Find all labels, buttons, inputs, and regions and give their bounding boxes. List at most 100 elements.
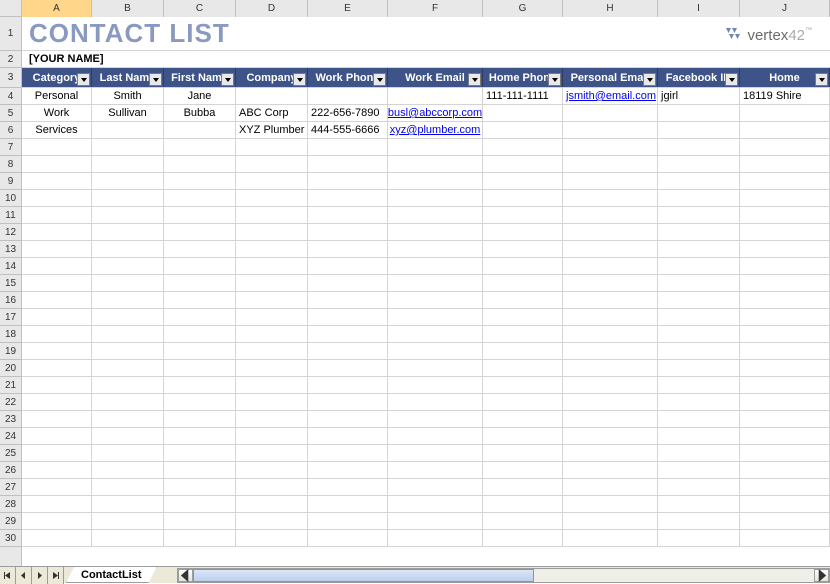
cell-empty[interactable] — [658, 173, 740, 189]
cell-empty[interactable] — [92, 445, 164, 461]
row-number[interactable]: 25 — [0, 445, 21, 462]
cell-company[interactable] — [236, 88, 308, 104]
cell-empty[interactable] — [22, 479, 92, 495]
cell-empty[interactable] — [483, 241, 563, 257]
row-number[interactable]: 2 — [0, 51, 21, 68]
cell-first_name[interactable] — [164, 122, 236, 138]
cell-empty[interactable] — [164, 377, 236, 393]
cell-empty[interactable] — [92, 343, 164, 359]
cell-empty[interactable] — [92, 513, 164, 529]
column-header-B[interactable]: B — [92, 0, 164, 17]
cell-empty[interactable] — [164, 258, 236, 274]
cell-home_phone[interactable] — [483, 105, 563, 121]
email-link[interactable]: xyz@plumber.com — [390, 124, 481, 136]
cell-empty[interactable] — [388, 207, 483, 223]
cell-empty[interactable] — [236, 190, 308, 206]
cell-empty[interactable] — [658, 360, 740, 376]
cell-empty[interactable] — [658, 513, 740, 529]
cell-empty[interactable] — [236, 326, 308, 342]
scroll-track[interactable] — [193, 569, 815, 582]
cell-empty[interactable] — [740, 241, 830, 257]
cell-empty[interactable] — [563, 190, 658, 206]
cell-empty[interactable] — [92, 224, 164, 240]
row-number[interactable]: 11 — [0, 207, 21, 224]
cell-empty[interactable] — [164, 445, 236, 461]
cell-empty[interactable] — [22, 360, 92, 376]
cell-empty[interactable] — [92, 258, 164, 274]
header-category[interactable]: Category — [22, 68, 92, 87]
cell-empty[interactable] — [740, 190, 830, 206]
cell-empty[interactable] — [92, 309, 164, 325]
row-number[interactable]: 10 — [0, 190, 21, 207]
cell-empty[interactable] — [92, 190, 164, 206]
cell-category[interactable]: Work — [22, 105, 92, 121]
cell-empty[interactable] — [740, 377, 830, 393]
tab-last-button[interactable] — [48, 567, 64, 584]
header-work-email[interactable]: Work Email — [388, 68, 483, 87]
cell-empty[interactable] — [483, 479, 563, 495]
cell-empty[interactable] — [483, 139, 563, 155]
cell-empty[interactable] — [308, 326, 388, 342]
row-number[interactable]: 22 — [0, 394, 21, 411]
cell-empty[interactable] — [563, 377, 658, 393]
row-number[interactable]: 7 — [0, 139, 21, 156]
header-first-name[interactable]: First Name — [164, 68, 236, 87]
column-header-J[interactable]: J — [740, 0, 830, 17]
cell-empty[interactable] — [236, 173, 308, 189]
cell-work_email[interactable]: busl@abccorp.com — [388, 105, 483, 121]
row-number[interactable]: 3 — [0, 68, 21, 88]
cell-empty[interactable] — [236, 462, 308, 478]
column-header-G[interactable]: G — [483, 0, 563, 17]
column-header-D[interactable]: D — [236, 0, 308, 17]
cell-first_name[interactable]: Bubba — [164, 105, 236, 121]
header-company[interactable]: Company — [236, 68, 308, 87]
cell-empty[interactable] — [563, 258, 658, 274]
cell-empty[interactable] — [740, 428, 830, 444]
cell-empty[interactable] — [563, 156, 658, 172]
cell-empty[interactable] — [22, 139, 92, 155]
cell-empty[interactable] — [563, 479, 658, 495]
cell-empty[interactable] — [740, 411, 830, 427]
filter-dropdown-icon[interactable] — [221, 73, 234, 86]
cell-empty[interactable] — [236, 496, 308, 512]
cell-empty[interactable] — [308, 428, 388, 444]
cell-company[interactable]: XYZ Plumber — [236, 122, 308, 138]
cell-empty[interactable] — [92, 207, 164, 223]
cell-empty[interactable] — [308, 292, 388, 308]
row-number[interactable]: 24 — [0, 428, 21, 445]
cell-empty[interactable] — [388, 343, 483, 359]
cell-empty[interactable] — [740, 258, 830, 274]
cell-empty[interactable] — [388, 241, 483, 257]
cell-facebook_id[interactable] — [658, 122, 740, 138]
cell-work_phone[interactable]: 222-656-7890 — [308, 105, 388, 121]
cell-empty[interactable] — [740, 224, 830, 240]
cell-empty[interactable] — [164, 156, 236, 172]
row-number[interactable]: 27 — [0, 479, 21, 496]
cell-empty[interactable] — [236, 411, 308, 427]
cell-empty[interactable] — [483, 462, 563, 478]
cell-empty[interactable] — [483, 156, 563, 172]
cell-empty[interactable] — [483, 411, 563, 427]
cell-empty[interactable] — [92, 496, 164, 512]
email-link[interactable]: busl@abccorp.com — [388, 107, 482, 119]
cell-empty[interactable] — [164, 343, 236, 359]
cell-empty[interactable] — [388, 173, 483, 189]
cell-empty[interactable] — [740, 513, 830, 529]
cell-empty[interactable] — [388, 224, 483, 240]
cell-empty[interactable] — [308, 224, 388, 240]
cell-last_name[interactable] — [92, 122, 164, 138]
cell-empty[interactable] — [22, 275, 92, 291]
cell-empty[interactable] — [388, 139, 483, 155]
row-number[interactable]: 9 — [0, 173, 21, 190]
cell-empty[interactable] — [308, 139, 388, 155]
cell-empty[interactable] — [740, 292, 830, 308]
cell-empty[interactable] — [740, 394, 830, 410]
cell-empty[interactable] — [658, 309, 740, 325]
cell-empty[interactable] — [563, 241, 658, 257]
cell-empty[interactable] — [308, 207, 388, 223]
cell-empty[interactable] — [388, 411, 483, 427]
cell-empty[interactable] — [483, 496, 563, 512]
scroll-thumb[interactable] — [193, 569, 535, 582]
cell-empty[interactable] — [388, 462, 483, 478]
cell-empty[interactable] — [740, 360, 830, 376]
